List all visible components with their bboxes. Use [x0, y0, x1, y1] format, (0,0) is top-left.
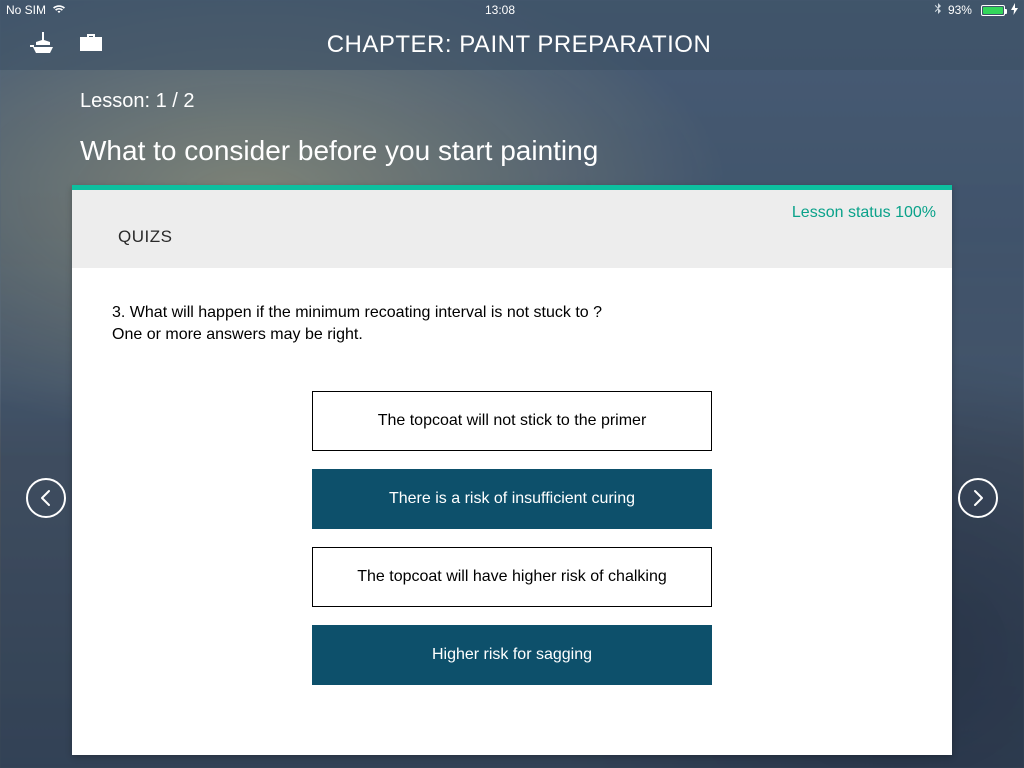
- briefcase-icon[interactable]: [78, 32, 104, 59]
- quiz-option[interactable]: Higher risk for sagging: [312, 625, 712, 685]
- quiz-card: QUIZS Lesson status 100% 3. What will ha…: [72, 185, 952, 755]
- question-hint: One or more answers may be right.: [112, 324, 912, 346]
- app-header: CHAPTER: PAINT PREPARATION: [0, 20, 1024, 70]
- quiz-option[interactable]: The topcoat will not stick to the primer: [312, 391, 712, 451]
- question-text: 3. What will happen if the minimum recoa…: [112, 302, 912, 345]
- lesson-header: Lesson: 1 / 2 What to consider before yo…: [0, 70, 1024, 185]
- lesson-counter: Lesson: 1 / 2: [80, 90, 944, 113]
- chapter-title: CHAPTER: PAINT PREPARATION: [104, 31, 1024, 59]
- quiz-option[interactable]: The topcoat will have higher risk of cha…: [312, 547, 712, 607]
- next-button[interactable]: [958, 478, 998, 518]
- battery-icon: [978, 5, 1005, 16]
- carrier-text: No SIM: [6, 3, 46, 17]
- prev-button[interactable]: [26, 478, 66, 518]
- clock: 13:08: [485, 3, 515, 17]
- card-header: QUIZS Lesson status 100%: [72, 190, 952, 268]
- battery-percent: 93%: [948, 3, 972, 17]
- charging-icon: [1011, 3, 1018, 18]
- quiz-option[interactable]: There is a risk of insufficient curing: [312, 469, 712, 529]
- lesson-status: Lesson status 100%: [792, 204, 936, 222]
- section-label: QUIZS: [88, 211, 172, 247]
- options-list: The topcoat will not stick to the primer…: [112, 391, 912, 685]
- wifi-icon: [52, 3, 66, 17]
- question-line: 3. What will happen if the minimum recoa…: [112, 302, 912, 324]
- status-bar: No SIM 13:08 93%: [0, 0, 1024, 20]
- lesson-title: What to consider before you start painti…: [80, 135, 944, 167]
- bluetooth-icon: [934, 3, 942, 18]
- ship-icon[interactable]: [30, 32, 56, 59]
